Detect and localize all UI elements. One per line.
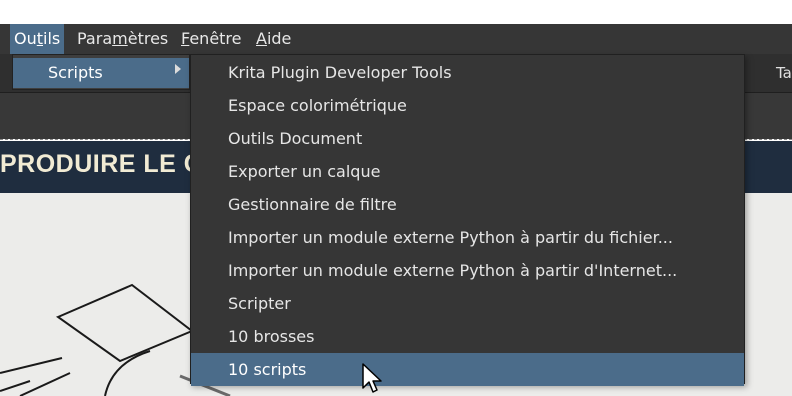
sketch-line-1 [0,357,63,374]
menu-item-import-python-fichier[interactable]: Importer un module externe Python à part… [191,221,744,254]
mouse-cursor-icon [362,363,382,393]
submenu-item-scripts-label: Scripts [48,63,103,82]
menu-fenetre-label: Fenêtre [181,29,242,48]
menu-item-krita-plugin-developer-tools[interactable]: Krita Plugin Developer Tools [191,56,744,89]
menu-bar: Outils Paramètres Fenêtre Aide [0,24,792,54]
chevron-right-icon [175,64,181,74]
toolbar-tab-label[interactable]: Ta [776,64,792,82]
outils-submenu: Scripts [12,54,190,90]
menu-parametres-label: Paramètres [77,29,169,48]
sketch-line-3 [0,380,31,392]
menu-item-10-scripts[interactable]: 10 scripts [191,353,744,386]
sketch-line-2 [19,372,71,396]
sketch-shape-1 [55,283,194,363]
scripts-dropdown: Krita Plugin Developer Tools Espace colo… [190,54,745,386]
menu-item-exporter-un-calque[interactable]: Exporter un calque [191,155,744,188]
menu-aide-label: Aide [256,29,292,48]
menu-item-outils-document[interactable]: Outils Document [191,122,744,155]
menu-item-espace-colorimetrique[interactable]: Espace colorimétrique [191,89,744,122]
submenu-item-scripts[interactable]: Scripts [13,58,189,88]
menu-parametres[interactable]: Paramètres [73,24,172,54]
menu-aide[interactable]: Aide [252,24,295,54]
menu-outils[interactable]: Outils [10,24,65,54]
banner-title: PRODUIRE LE CI [0,150,210,178]
menu-item-scripter[interactable]: Scripter [191,287,744,320]
menu-item-10-brosses[interactable]: 10 brosses [191,320,744,353]
menu-outils-label: Outils [14,29,61,48]
menu-item-gestionnaire-de-filtre[interactable]: Gestionnaire de filtre [191,188,744,221]
menu-fenetre[interactable]: Fenêtre [177,24,246,54]
menu-item-import-python-internet[interactable]: Importer un module externe Python à part… [191,254,744,287]
